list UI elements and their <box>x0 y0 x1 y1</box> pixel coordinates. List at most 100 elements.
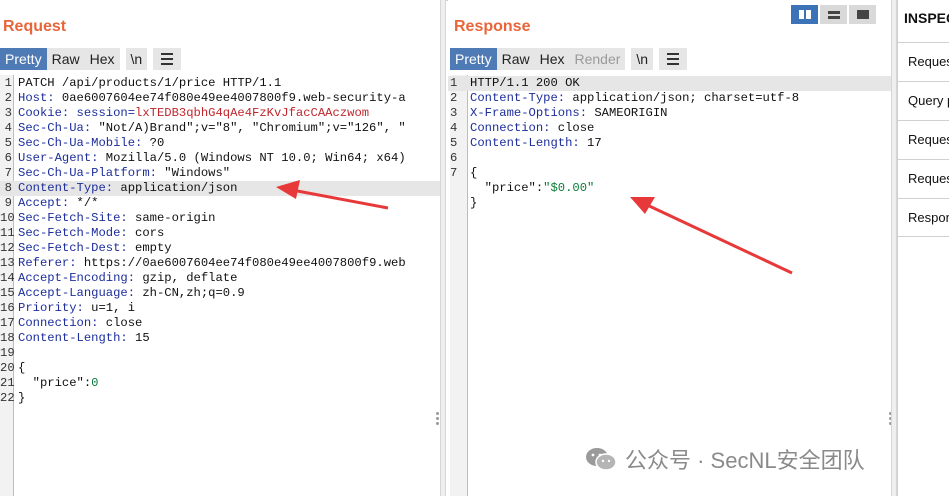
code-line[interactable]: 13 Referer: https://0ae6007604ee74f080e49… <box>0 256 440 271</box>
code-token: Content-Type: <box>18 181 114 195</box>
line-number: 5 <box>450 136 458 150</box>
inspector-query-parameters[interactable]: Query parameters <box>898 81 949 119</box>
code-line[interactable]: 2 Host: 0ae6007604ee74f080e49ee4007800f9.… <box>0 91 440 106</box>
code-line[interactable]: 4 Sec-Ch-Ua: "Not/A)Brand";v="8", "Chromi… <box>0 121 440 136</box>
code-token: "$0.00" <box>543 181 595 195</box>
code-line[interactable]: 14 Accept-Encoding: gzip, deflate <box>0 271 440 286</box>
line-number: 6 <box>4 151 12 165</box>
code-line[interactable]: 16 Priority: u=1, i <box>0 301 440 316</box>
request-tab-raw[interactable]: Raw <box>46 48 85 70</box>
line-text: Sec-Ch-Ua-Mobile: ?0 <box>18 136 164 151</box>
code-line[interactable]: 22} <box>0 391 440 406</box>
code-token: Host: <box>18 91 55 105</box>
request-panel: Request Pretty Raw Hex \n 1 PATCH /api/pr… <box>0 0 440 496</box>
code-token: Sec-Fetch-Dest: <box>18 241 128 255</box>
watermark: 公众号 · SecNL安全团队 <box>585 444 865 474</box>
line-text: Content-Length: 15 <box>18 331 150 346</box>
code-line[interactable]: 1 PATCH /api/products/1/price HTTP/1.1 <box>0 76 440 91</box>
inspector-response-headers[interactable]: Response headers <box>898 198 949 237</box>
code-token: { <box>18 361 26 375</box>
code-line[interactable]: 5 Content-Length: 17 <box>448 136 891 151</box>
code-line[interactable]: 10 Sec-Fetch-Site: same-origin <box>0 211 440 226</box>
code-line[interactable]: 15 Accept-Language: zh-CN,zh;q=0.9 <box>0 286 440 301</box>
code-token: 15 <box>127 331 150 345</box>
request-toolbar: Pretty Raw Hex \n <box>0 48 182 70</box>
code-line[interactable]: 12 Sec-Fetch-Dest: empty <box>0 241 440 256</box>
response-newline-toggle[interactable]: \n <box>631 48 654 70</box>
code-line[interactable]: 11 Sec-Fetch-Mode: cors <box>0 226 440 241</box>
response-tab-hex[interactable]: Hex <box>534 48 570 70</box>
response-panel: Response Pretty Raw Hex Render \n 1 HTTP/… <box>448 0 892 496</box>
code-line[interactable]: 7{ <box>448 166 891 181</box>
code-token: Priority: <box>18 301 84 315</box>
code-line[interactable]: 20{ <box>0 361 440 376</box>
line-text: Priority: u=1, i <box>18 301 135 316</box>
code-token: 0ae6007604ee74f080e49ee4007800f9.web-sec… <box>54 91 406 105</box>
code-line[interactable]: 18 Content-Length: 15 <box>0 331 440 346</box>
line-number: 5 <box>4 136 12 150</box>
request-tab-hex[interactable]: Hex <box>84 48 120 70</box>
line-text: Sec-Fetch-Site: same-origin <box>18 211 215 226</box>
line-number: 1 <box>450 76 458 90</box>
code-line[interactable]: 4 Connection: close <box>448 121 891 136</box>
inspector-body-parameters[interactable]: Request body parameters <box>898 120 949 158</box>
request-more-icon[interactable] <box>436 412 439 425</box>
code-line[interactable]: 9 Accept: */* <box>0 196 440 211</box>
code-token: Sec-Ch-Ua: <box>18 121 92 135</box>
line-number: 3 <box>4 106 12 120</box>
request-editor[interactable]: 1 PATCH /api/products/1/price HTTP/1.1 2 Ho… <box>0 76 440 406</box>
code-token: "Windows" <box>156 166 231 180</box>
request-newline-toggle[interactable]: \n <box>125 48 148 70</box>
code-token: Accept-Encoding: <box>18 271 136 285</box>
code-line[interactable]: 19 <box>0 346 440 361</box>
code-line[interactable]: 6 <box>448 151 891 166</box>
line-text: Accept: */* <box>18 196 98 211</box>
response-tab-render[interactable]: Render <box>569 48 626 70</box>
code-token: Content-Type: <box>470 91 566 105</box>
line-text: Referer: https://0ae6007604ee74f080e49ee… <box>18 256 406 271</box>
code-token: "price": <box>18 376 92 390</box>
layout-split-icon[interactable] <box>791 5 818 24</box>
code-line[interactable]: 17 Connection: close <box>0 316 440 331</box>
response-menu-icon[interactable] <box>659 48 688 70</box>
code-token: gzip, deflate <box>135 271 238 285</box>
code-token: HTTP/1.1 200 OK <box>470 76 580 90</box>
code-line[interactable]: 8 Content-Type: application/json <box>0 181 440 196</box>
code-token: Accept-Language: <box>18 286 136 300</box>
code-line[interactable]: 21 "price":0 <box>0 376 440 391</box>
code-line[interactable]: 3 Cookie: session=lxTEDB3qbhG4qAe4FzKvJfa… <box>0 106 440 121</box>
line-number: 21 <box>0 376 15 390</box>
code-token: Content-Length: <box>18 331 128 345</box>
response-toolbar: Pretty Raw Hex Render \n <box>450 48 688 70</box>
code-token: Accept: <box>18 196 70 210</box>
line-number: 22 <box>0 391 15 405</box>
code-token: Cookie: <box>18 106 70 120</box>
line-text: "price":"$0.00" <box>470 181 595 196</box>
request-menu-icon[interactable] <box>153 48 182 70</box>
inspector-request-cookies[interactable]: Request cookies <box>898 159 949 197</box>
line-text: Sec-Fetch-Dest: empty <box>18 241 172 256</box>
code-line[interactable]: 6 User-Agent: Mozilla/5.0 (Windows NT 10.… <box>0 151 440 166</box>
code-token: Sec-Fetch-Site: <box>18 211 128 225</box>
request-tab-pretty[interactable]: Pretty <box>0 48 47 70</box>
line-text: { <box>470 166 477 181</box>
response-editor[interactable]: 1 HTTP/1.1 200 OK 2 Content-Type: applicati… <box>448 76 891 211</box>
code-line[interactable]: 3 X-Frame-Options: SAMEORIGIN <box>448 106 891 121</box>
inspector-request-attributes[interactable]: Request attributes <box>898 42 949 80</box>
code-line[interactable]: } <box>448 196 891 211</box>
wechat-icon <box>586 448 617 471</box>
code-line[interactable]: 5 Sec-Ch-Ua-Mobile: ?0 <box>0 136 440 151</box>
code-token: User-Agent: <box>18 151 99 165</box>
code-line[interactable]: 1 HTTP/1.1 200 OK <box>448 76 891 91</box>
line-text: Host: 0ae6007604ee74f080e49ee4007800f9.w… <box>18 91 406 106</box>
code-token: Sec-Fetch-Mode: <box>18 226 128 240</box>
response-tab-pretty[interactable]: Pretty <box>450 48 497 70</box>
code-token: ?0 <box>142 136 165 150</box>
layout-single-icon[interactable] <box>849 5 876 24</box>
code-line[interactable]: 7 Sec-Ch-Ua-Platform: "Windows" <box>0 166 440 181</box>
code-line[interactable]: "price":"$0.00" <box>448 181 891 196</box>
code-line[interactable]: 2 Content-Type: application/json; charset… <box>448 91 891 106</box>
panel-divider[interactable] <box>440 0 446 496</box>
layout-stacked-icon[interactable] <box>820 5 847 24</box>
response-tab-raw[interactable]: Raw <box>496 48 535 70</box>
